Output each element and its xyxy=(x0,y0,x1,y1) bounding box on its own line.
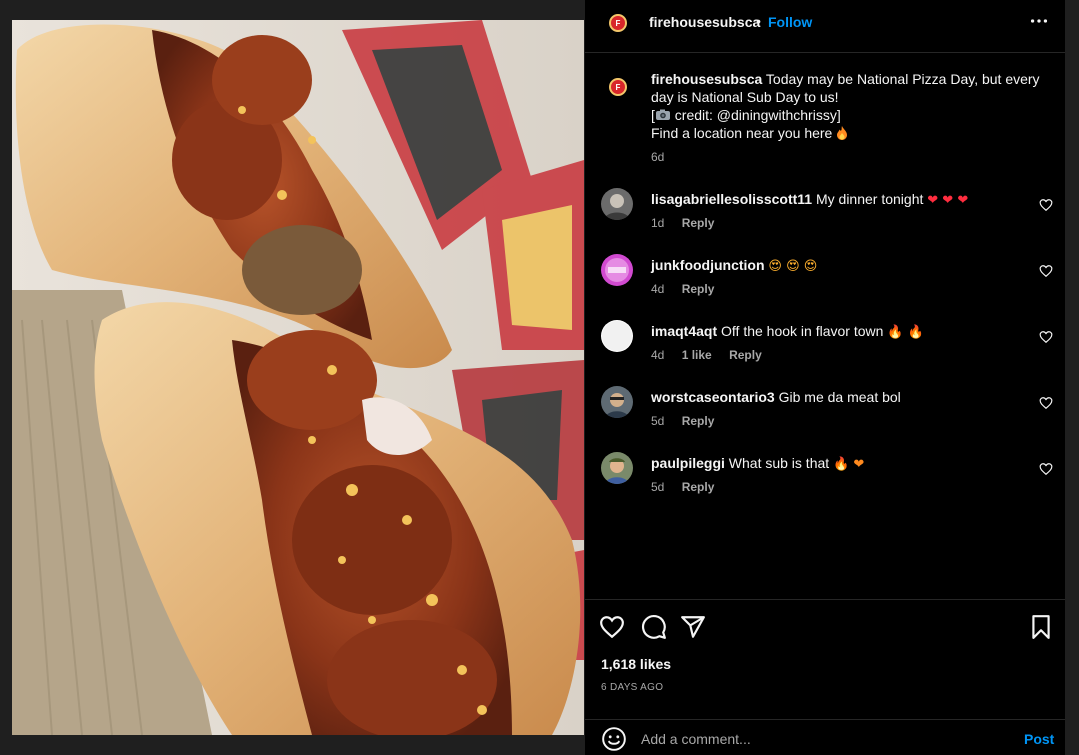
camera-icon xyxy=(655,109,670,120)
red-heart-emoji-icon: ❤ ❤ ❤ xyxy=(927,193,969,208)
comment-likes[interactable]: 1 like xyxy=(682,348,712,362)
like-comment-heart-icon[interactable] xyxy=(1039,330,1053,344)
post-modal: F firehousesubsca • Follow F firehousesu… xyxy=(0,0,1079,755)
comment-text: My dinner tonight xyxy=(815,191,924,207)
comment-meta: 1d Reply xyxy=(651,216,728,230)
reply-button[interactable]: Reply xyxy=(729,348,762,362)
like-heart-icon[interactable] xyxy=(599,614,625,640)
commenter-avatar[interactable] xyxy=(601,320,633,352)
post-header: F firehousesubsca • Follow xyxy=(585,0,1065,53)
reply-button[interactable]: Reply xyxy=(682,480,715,494)
like-comment-heart-icon[interactable] xyxy=(1039,396,1053,410)
comments-list[interactable]: F firehousesubsca Today may be National … xyxy=(585,54,1065,599)
reply-button[interactable]: Reply xyxy=(682,414,715,428)
comment-time: 4d xyxy=(651,348,665,362)
comment-username[interactable]: lisagabriellesolisscott11 xyxy=(651,191,812,207)
brand-initial: F xyxy=(615,18,621,28)
post-comment-button[interactable]: Post xyxy=(1024,731,1054,747)
emoji-picker-icon[interactable] xyxy=(601,726,627,752)
comment-username[interactable]: imaqt4aqt xyxy=(651,323,717,339)
separator-dot: • xyxy=(756,13,761,29)
comment-body: worstcaseontario3 Gib me da meat bol xyxy=(651,388,901,406)
fire-icon xyxy=(837,126,848,140)
firehouse-logo-icon: F xyxy=(609,78,627,96)
comment-meta: 5d Reply xyxy=(651,480,728,494)
reply-button[interactable]: Reply xyxy=(682,216,715,230)
caption-credit: credit: @diningwithchrissy] xyxy=(670,107,841,123)
comment-item: lisagabriellesolisscott11 My dinner toni… xyxy=(601,188,1053,248)
comment-username[interactable]: junkfoodjunction xyxy=(651,257,765,273)
sandwich-photo-illustration xyxy=(12,20,584,735)
comment-meta: 5d Reply xyxy=(651,414,728,428)
heart-eyes-emoji-icon: 😍 😍 😍 xyxy=(768,259,818,274)
comment-body: lisagabriellesolisscott11 My dinner toni… xyxy=(651,190,968,210)
comment-username[interactable]: paulpileggi xyxy=(651,455,725,471)
comment-meta: 4d Reply xyxy=(651,282,728,296)
comment-time: 5d xyxy=(651,414,665,428)
commenter-avatar[interactable] xyxy=(601,386,633,418)
like-comment-heart-icon[interactable] xyxy=(1039,462,1053,476)
caption-text: firehousesubsca Today may be National Pi… xyxy=(651,70,1051,142)
caption-line-4: Find a location near you here xyxy=(651,125,833,141)
comment-body: junkfoodjunction 😍 😍 😍 xyxy=(651,256,817,276)
commenter-avatar[interactable] xyxy=(601,254,633,286)
caption-line-1: Today may be National Pizza Day, but eve… xyxy=(765,71,1040,87)
comment-text: What sub is that xyxy=(728,455,830,471)
add-comment-input[interactable] xyxy=(641,728,1011,750)
comment-time: 4d xyxy=(651,282,665,296)
like-comment-heart-icon[interactable] xyxy=(1039,198,1053,212)
commenter-avatar[interactable] xyxy=(601,188,633,220)
comment-meta: 4d 1 like Reply xyxy=(651,348,776,362)
comment-item: worstcaseontario3 Gib me da meat bol 5d … xyxy=(601,386,1053,446)
like-comment-heart-icon[interactable] xyxy=(1039,264,1053,278)
post-actions: 1,618 likes 6 DAYS AGO xyxy=(585,599,1065,719)
comment-body: paulpileggi What sub is that 🔥 ❤ xyxy=(651,454,864,474)
comment-body: imaqt4aqt Off the hook in flavor town 🔥 … xyxy=(651,322,924,342)
fire-emoji-icon: 🔥 🔥 xyxy=(887,325,924,340)
comment-text: Off the hook in flavor town xyxy=(721,323,884,339)
posted-ago: 6 DAYS AGO xyxy=(601,682,664,693)
firehouse-logo-icon: F xyxy=(609,14,627,32)
comment-item: paulpileggi What sub is that 🔥 ❤ 5d Repl… xyxy=(601,452,1053,512)
caption-author-avatar[interactable]: F xyxy=(601,70,635,104)
caption-timestamp: 6d xyxy=(651,150,665,164)
caption-username[interactable]: firehousesubsca xyxy=(651,71,762,87)
caption-line-2: day is National Sub Day to us! xyxy=(651,89,839,105)
comment-item: imaqt4aqt Off the hook in flavor town 🔥 … xyxy=(601,320,1053,380)
author-avatar[interactable]: F xyxy=(601,6,635,40)
fire-heart-emoji-icon: 🔥 ❤ xyxy=(833,457,865,472)
post-photo[interactable] xyxy=(12,20,584,735)
add-comment-bar: Post xyxy=(585,719,1065,755)
comment-time: 1d xyxy=(651,216,665,230)
save-bookmark-icon[interactable] xyxy=(1028,614,1054,640)
likes-count[interactable]: 1,618 likes xyxy=(601,656,671,672)
post-details-panel: F firehousesubsca • Follow F firehousesu… xyxy=(585,0,1065,755)
author-username[interactable]: firehousesubsca xyxy=(649,14,760,30)
share-paper-plane-icon[interactable] xyxy=(680,614,706,640)
comment-item: junkfoodjunction 😍 😍 😍 4d Reply xyxy=(601,254,1053,314)
comment-bubble-icon[interactable] xyxy=(641,614,667,640)
comment-username[interactable]: worstcaseontario3 xyxy=(651,389,775,405)
comment-time: 5d xyxy=(651,480,665,494)
commenter-avatar[interactable] xyxy=(601,452,633,484)
brand-initial: F xyxy=(615,82,621,92)
comment-text: Gib me da meat bol xyxy=(778,389,901,405)
follow-button[interactable]: Follow xyxy=(768,14,812,30)
more-options-icon[interactable] xyxy=(1028,10,1050,32)
reply-button[interactable]: Reply xyxy=(682,282,715,296)
